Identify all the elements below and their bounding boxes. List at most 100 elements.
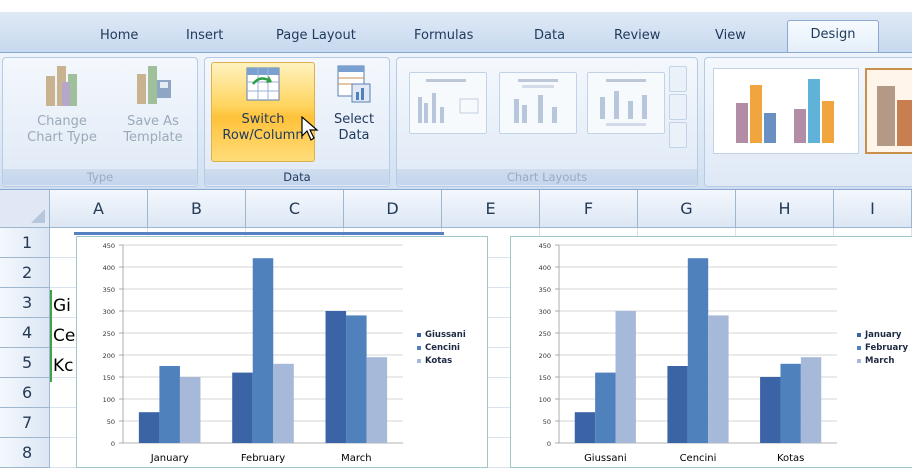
- column-header-c[interactable]: C: [246, 190, 344, 228]
- tab-data[interactable]: Data: [534, 24, 565, 48]
- y-tick-label: 350: [103, 286, 115, 294]
- y-tick-label: 400: [539, 264, 551, 272]
- bar-january-giussani: [574, 412, 596, 443]
- mouse-cursor-icon: [301, 116, 319, 141]
- column-header-g[interactable]: G: [638, 190, 736, 228]
- tab-page-layout[interactable]: Page Layout: [276, 24, 356, 48]
- x-tick-label: March: [341, 453, 371, 464]
- bar-february-giussani: [595, 372, 616, 443]
- column-header-d[interactable]: D: [344, 190, 442, 228]
- chart-styles-group: [704, 57, 912, 187]
- row-header-5[interactable]: 5: [0, 348, 50, 378]
- y-tick-label: 300: [103, 308, 115, 316]
- row-header-7[interactable]: 7: [0, 408, 50, 438]
- bar-march-cencini: [708, 315, 729, 443]
- range-highlight-blue: [74, 232, 444, 235]
- select-data-label-1: Select: [333, 112, 375, 127]
- chart-layouts-scroll-down[interactable]: [669, 94, 687, 120]
- tab-formulas[interactable]: Formulas: [414, 24, 473, 48]
- column-header-i[interactable]: I: [834, 190, 912, 228]
- bar-giussani-march: [325, 311, 347, 443]
- chart-layout-2[interactable]: [499, 72, 577, 134]
- bar-february-cencini: [687, 258, 709, 443]
- y-tick-label: 250: [103, 330, 115, 338]
- chart-layout-2-preview: [514, 79, 558, 123]
- row-header-3[interactable]: 3: [0, 288, 50, 318]
- switch-row-column-icon: [246, 67, 280, 101]
- y-tick-label: 300: [539, 308, 551, 316]
- y-tick-label: 0: [111, 440, 115, 448]
- select-all-button[interactable]: [0, 190, 50, 228]
- bar-kotas-february: [273, 363, 294, 443]
- save-as-template-button[interactable]: Save As Template: [113, 62, 193, 146]
- change-chart-type-button[interactable]: Change Chart Type: [21, 62, 103, 146]
- change-chart-type-icon: [46, 66, 77, 106]
- tab-insert[interactable]: Insert: [186, 24, 223, 48]
- tab-design[interactable]: Design: [787, 20, 879, 54]
- change-chart-type-label-2: Chart Type: [27, 130, 97, 145]
- tab-home[interactable]: Home: [100, 24, 138, 48]
- tab-review[interactable]: Review: [614, 24, 660, 48]
- y-tick-label: 450: [539, 242, 551, 250]
- cell-a5[interactable]: Kc: [53, 356, 74, 376]
- row-header-8[interactable]: 8: [0, 438, 50, 468]
- y-tick-label: 100: [103, 396, 115, 404]
- bar-february-kotas: [780, 363, 801, 443]
- cell-a4[interactable]: Ce: [53, 326, 75, 346]
- legend-swatch-cencini: [417, 346, 421, 350]
- column-header-e[interactable]: E: [442, 190, 540, 228]
- bar-cencini-february: [252, 258, 274, 443]
- bar-cencini-march: [346, 315, 367, 443]
- bar-kotas-january: [179, 377, 201, 443]
- chart-2[interactable]: 0 50 100 150 200 250 300 350 400 450 Giussani Cenci…: [510, 236, 912, 468]
- bar-january-cencini: [667, 366, 688, 443]
- bar-march-kotas: [800, 357, 822, 443]
- row-header-2[interactable]: 2: [0, 258, 50, 288]
- legend-entry-march: March: [865, 356, 894, 366]
- chart-1-plot: 0 50 100 150 200 250 300 350 400 450 January Februa…: [103, 242, 466, 464]
- row-header-4[interactable]: 4: [0, 318, 50, 348]
- chart-layouts-group-label: Chart Layouts: [397, 169, 697, 185]
- column-header-a[interactable]: A: [50, 190, 148, 228]
- x-tick-label: Cencini: [680, 453, 717, 464]
- chart-1[interactable]: 0 50 100 150 200 250 300 350 400 450 January Februa…: [76, 236, 488, 468]
- bar-giussani-january: [138, 412, 160, 443]
- legend-swatch-march: [857, 359, 861, 363]
- select-data-label-2: Data: [338, 128, 370, 143]
- select-data-icon: [337, 65, 371, 103]
- y-tick-label: 150: [539, 374, 551, 382]
- row-header-6[interactable]: 6: [0, 378, 50, 408]
- x-tick-label: Kotas: [777, 453, 804, 464]
- x-tick-label: February: [241, 453, 285, 464]
- select-data-button[interactable]: Select Data: [323, 62, 385, 144]
- column-header-h[interactable]: H: [736, 190, 834, 228]
- y-tick-label: 150: [103, 374, 115, 382]
- y-tick-label: 200: [539, 352, 551, 360]
- legend-entry-january: January: [864, 330, 902, 340]
- data-group: Switch Row/Column Select Data Data: [204, 57, 390, 187]
- column-header-b[interactable]: B: [148, 190, 246, 228]
- chart-layout-1[interactable]: [409, 72, 487, 134]
- bar-january-kotas: [760, 377, 781, 443]
- x-tick-label: January: [150, 453, 189, 464]
- y-tick-label: 250: [539, 330, 551, 338]
- chart-style-1[interactable]: [713, 68, 859, 154]
- tab-view[interactable]: View: [715, 24, 746, 48]
- chart-style-2[interactable]: [865, 68, 912, 154]
- save-as-template-label-2: Template: [123, 130, 183, 145]
- save-as-template-icon: [137, 66, 171, 104]
- chart-layouts-scroll-up[interactable]: [669, 66, 687, 92]
- chart-layout-3[interactable]: [587, 72, 665, 134]
- legend-swatch-giussani: [417, 333, 421, 337]
- chart-style-2-preview: [877, 86, 912, 146]
- y-tick-label: 450: [103, 242, 115, 250]
- x-tick-label: Giussani: [584, 453, 627, 464]
- row-header-1[interactable]: 1: [0, 228, 50, 258]
- legend-swatch-january: [857, 333, 861, 337]
- cell-a3[interactable]: Gi: [53, 296, 71, 316]
- chart-layouts-scroll[interactable]: [669, 66, 687, 150]
- y-tick-label: 200: [103, 352, 115, 360]
- column-header-f[interactable]: F: [540, 190, 638, 228]
- legend-swatch-kotas: [417, 359, 421, 363]
- chart-layouts-more[interactable]: [669, 122, 687, 148]
